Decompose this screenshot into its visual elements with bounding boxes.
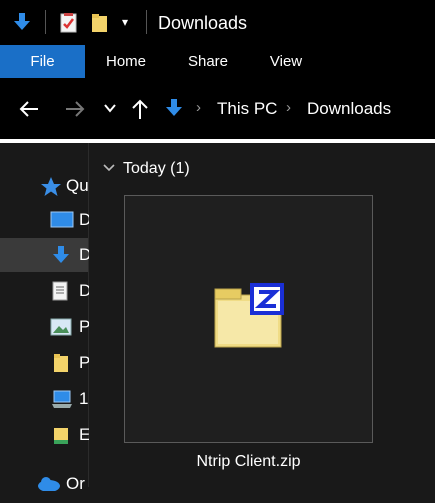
- download-arrow-icon[interactable]: [11, 11, 33, 33]
- breadcrumb-this-pc[interactable]: This PC: [217, 98, 277, 120]
- nav-label: Or: [66, 474, 85, 493]
- collapse-group-chevron-icon[interactable]: [102, 162, 116, 174]
- nav-label: Qu: [66, 176, 89, 195]
- downloads-location-icon: [166, 99, 182, 116]
- customize-toolbar-chevron-icon[interactable]: ▾: [122, 15, 128, 29]
- recent-locations-chevron-icon[interactable]: [103, 102, 117, 114]
- file-tile[interactable]: [124, 195, 373, 443]
- nav-item-pictures[interactable]: P: [0, 310, 90, 344]
- group-header-today[interactable]: Today (1): [123, 159, 190, 179]
- title-separator: [45, 10, 46, 34]
- tab-file[interactable]: File: [0, 45, 85, 78]
- star-icon: [41, 177, 61, 196]
- up-arrow-icon[interactable]: [130, 97, 150, 121]
- nav-item-quick-access[interactable]: Qu: [0, 169, 89, 203]
- new-folder-icon[interactable]: [90, 12, 110, 34]
- download-icon: [53, 246, 69, 263]
- pictures-icon: [50, 318, 72, 336]
- title-bar: ▾ Downloads: [0, 0, 435, 45]
- properties-icon[interactable]: [58, 12, 80, 34]
- document-icon: [52, 281, 68, 301]
- window-title: Downloads: [158, 13, 248, 33]
- folder-icon: [54, 428, 68, 444]
- desktop-icon: [50, 211, 74, 228]
- nav-item-folder[interactable]: P: [0, 346, 90, 380]
- nav-label: 1: [79, 389, 89, 408]
- forward-arrow-icon[interactable]: [64, 98, 86, 120]
- title-separator: [146, 10, 147, 34]
- navigation-pane: Qu D D D P P 1 E Or: [0, 143, 91, 493]
- nav-item-desktop[interactable]: D: [0, 203, 91, 237]
- file-name[interactable]: Ntrip Client.zip: [124, 453, 373, 471]
- tab-view[interactable]: View: [262, 45, 310, 78]
- cloud-icon: [38, 477, 60, 491]
- computer-icon: [52, 390, 72, 408]
- nav-item-drive[interactable]: E: [0, 418, 90, 452]
- breadcrumb-chevron-icon[interactable]: ›: [286, 99, 291, 116]
- tab-share[interactable]: Share: [180, 45, 236, 78]
- nav-item-computer[interactable]: 1: [0, 382, 88, 416]
- zip-folder-icon: [214, 283, 284, 348]
- nav-item-documents[interactable]: D: [0, 274, 91, 308]
- nav-item-downloads[interactable]: D: [0, 238, 91, 272]
- back-arrow-icon[interactable]: [18, 98, 40, 120]
- breadcrumb-chevron-icon[interactable]: ›: [196, 99, 201, 116]
- nav-item-onedrive[interactable]: Or: [0, 469, 88, 503]
- tab-home[interactable]: Home: [98, 45, 154, 78]
- folder-icon: [54, 354, 68, 372]
- breadcrumb-downloads[interactable]: Downloads: [307, 98, 391, 120]
